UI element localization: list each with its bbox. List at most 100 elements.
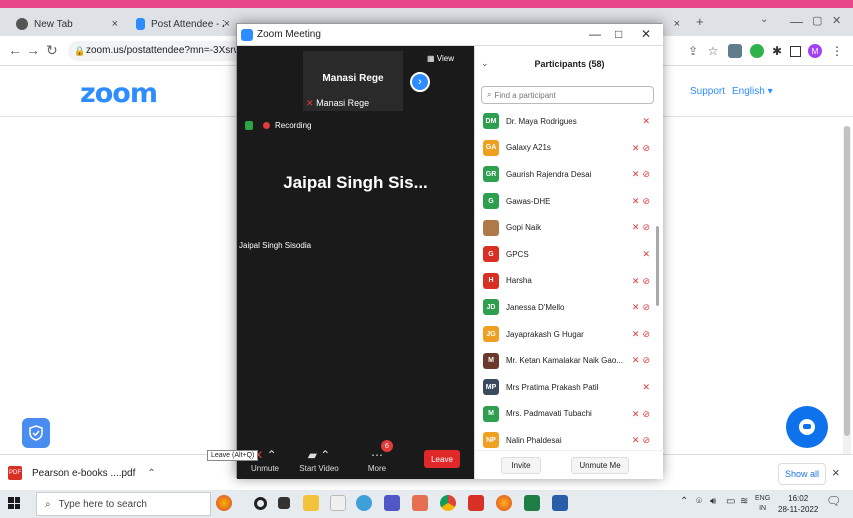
back-arrow-icon[interactable]: ←: [8, 42, 22, 58]
app-red-icon[interactable]: [468, 495, 484, 511]
tab-close-icon[interactable]: ×: [224, 18, 230, 30]
participant-name: GPCS: [506, 249, 529, 259]
zoom-logo[interactable]: zoom: [80, 78, 158, 109]
forward-arrow-icon[interactable]: →: [26, 42, 40, 58]
participant-status-icons: ✕ ⊘: [632, 169, 650, 180]
start-video-button[interactable]: ▰ ⌃ Start Video: [297, 446, 341, 473]
view-button[interactable]: ▦ View: [427, 54, 454, 63]
support-link[interactable]: Support: [690, 86, 725, 97]
next-page-button[interactable]: ›: [410, 72, 430, 92]
zoom-favicon-icon: [136, 18, 145, 30]
participant-row[interactable]: M Mrs. Padmavati Tubachi ✕ ⊘: [475, 401, 664, 428]
video-area: Manasi Rege ✕ Manasi Rege ▦ View › Recor…: [237, 46, 474, 479]
notification-icon[interactable]: 🗨︎: [826, 494, 841, 508]
downloads-close-icon[interactable]: ×: [832, 465, 840, 480]
participants-scrollbar[interactable]: [656, 226, 659, 306]
more-button[interactable]: ⋯ More 6: [355, 440, 399, 473]
unmute-me-button[interactable]: Unmute Me: [571, 457, 629, 474]
tab-new-tab[interactable]: New Tab ×: [8, 12, 126, 36]
participant-row[interactable]: H Harsha ✕ ⊘: [475, 268, 664, 295]
task-view-icon[interactable]: [278, 497, 290, 509]
teams-icon[interactable]: [384, 495, 400, 511]
bookmark-star-icon[interactable]: ☆: [706, 44, 720, 58]
file-explorer-icon[interactable]: [303, 495, 319, 511]
active-speaker-label: Jaipal Singh Sisodia: [239, 241, 312, 250]
sidepanel-icon[interactable]: [790, 46, 801, 57]
participant-row[interactable]: GR Gaurish Rajendra Desai ✕ ⊘: [475, 161, 664, 188]
lock-icon: 🔒: [74, 46, 86, 56]
reload-icon[interactable]: ↻: [46, 42, 58, 59]
participant-search-input[interactable]: ⌕ Find a participant: [481, 86, 654, 104]
zoom-close-button[interactable]: ✕: [641, 27, 651, 41]
zoom-minimize-button[interactable]: —: [589, 27, 601, 41]
input-language[interactable]: ENG IN: [755, 494, 770, 514]
tab-close-icon[interactable]: ×: [112, 18, 118, 30]
new-tab-button[interactable]: +: [696, 14, 704, 29]
taskbar-search[interactable]: ⌕ Type here to search: [36, 492, 211, 516]
battery-icon[interactable]: ▭: [726, 496, 735, 507]
search-circle-icon[interactable]: [254, 497, 267, 510]
windows-start-icon[interactable]: [8, 497, 20, 509]
kebab-menu-icon[interactable]: ⋮: [830, 44, 844, 58]
participant-row[interactable]: GA Galaxy A21s ✕ ⊘: [475, 135, 664, 162]
chevron-up-icon[interactable]: ⌃: [147, 468, 155, 479]
excel-icon[interactable]: [524, 495, 540, 511]
leave-button[interactable]: Leave: [424, 450, 460, 468]
extension-icon[interactable]: [728, 44, 742, 58]
participant-row[interactable]: MP Mrs Pratima Prakash Patil ✕: [475, 374, 664, 401]
browser-restore-button[interactable]: ▢: [812, 14, 822, 27]
browser-minimize-button[interactable]: —: [790, 14, 803, 29]
firefox-icon[interactable]: [496, 495, 512, 511]
notepad-icon[interactable]: [330, 495, 346, 511]
network-icon[interactable]: ⌾: [696, 496, 702, 507]
participant-status-icons: ✕ ⊘: [632, 276, 650, 287]
volume-icon[interactable]: 🔊︎: [710, 496, 716, 507]
thumbnail-video[interactable]: Manasi Rege ✕ Manasi Rege: [303, 51, 403, 111]
wifi-icon[interactable]: ≋: [740, 496, 748, 507]
profile-avatar[interactable]: M: [808, 44, 822, 58]
cortana-icon[interactable]: [216, 495, 232, 511]
shield-icon[interactable]: [22, 418, 50, 448]
language-selector[interactable]: English ▾: [732, 86, 773, 97]
scrollbar-thumb[interactable]: [844, 126, 850, 436]
tab-background[interactable]: ×: [662, 12, 688, 36]
participant-row[interactable]: JD Janessa D'Mello ✕ ⊘: [475, 294, 664, 321]
participant-avatar: H: [483, 272, 499, 289]
participant-row[interactable]: M Mr. Ketan Kamalakar Naik Gao... ✕ ⊘: [475, 347, 664, 374]
active-speaker-name: Jaipal Singh Sis...: [283, 173, 428, 192]
participant-name: Harsha: [506, 276, 532, 286]
chat-support-button[interactable]: [786, 406, 828, 448]
video-off-icon: ▰ ⌃: [307, 448, 331, 462]
puzzle-extensions-icon[interactable]: ✱: [770, 44, 784, 58]
participant-row[interactable]: G GPCS ✕: [475, 241, 664, 268]
url-field[interactable]: 🔒 zoom.us/postattendee?mn=-3Xsrw2: [68, 41, 258, 61]
share-icon[interactable]: ⇪: [686, 44, 700, 58]
zoom-restore-button[interactable]: □: [615, 27, 622, 41]
recording-indicator: Recording: [245, 121, 311, 130]
word-icon[interactable]: [552, 495, 568, 511]
tab-search-chevron-icon[interactable]: ⌄: [760, 14, 768, 25]
app-icon[interactable]: [356, 495, 372, 511]
video-off-icon: ⊘: [642, 435, 650, 446]
page-scrollbar[interactable]: [843, 126, 851, 476]
participant-row[interactable]: NP Nalin Phaldesai ✕ ⊘: [475, 427, 664, 450]
download-item[interactable]: PDF Pearson e-books ....pdf ⌃: [8, 461, 156, 485]
participant-status-icons: ✕: [642, 116, 650, 127]
tray-chevron-icon[interactable]: ⌃: [680, 496, 688, 507]
participant-row[interactable]: Gopi Naik ✕ ⊘: [475, 214, 664, 241]
participant-row[interactable]: G Gawas-DHE ✕ ⊘: [475, 188, 664, 215]
pdf-icon: PDF: [8, 466, 22, 480]
muted-mic-icon: ✕: [642, 116, 650, 126]
extension-green-icon[interactable]: [750, 44, 764, 58]
invite-button[interactable]: Invite: [501, 457, 541, 474]
search-icon: ⌕: [45, 498, 51, 510]
participant-row[interactable]: JG Jayaprakash G Hugar ✕ ⊘: [475, 321, 664, 348]
show-all-button[interactable]: Show all: [778, 463, 826, 485]
tab-close-icon[interactable]: ×: [674, 18, 680, 30]
clock[interactable]: 16:02 28-11-2022: [778, 493, 818, 515]
participant-row[interactable]: DM Dr. Maya Rodrigues ✕: [475, 108, 664, 135]
browser-close-button[interactable]: ✕: [832, 14, 841, 27]
tab-post-attendee[interactable]: Post Attendee - Zoom ×: [128, 12, 238, 36]
chrome-taskbar-icon[interactable]: [440, 495, 456, 511]
photos-icon[interactable]: [412, 495, 428, 511]
